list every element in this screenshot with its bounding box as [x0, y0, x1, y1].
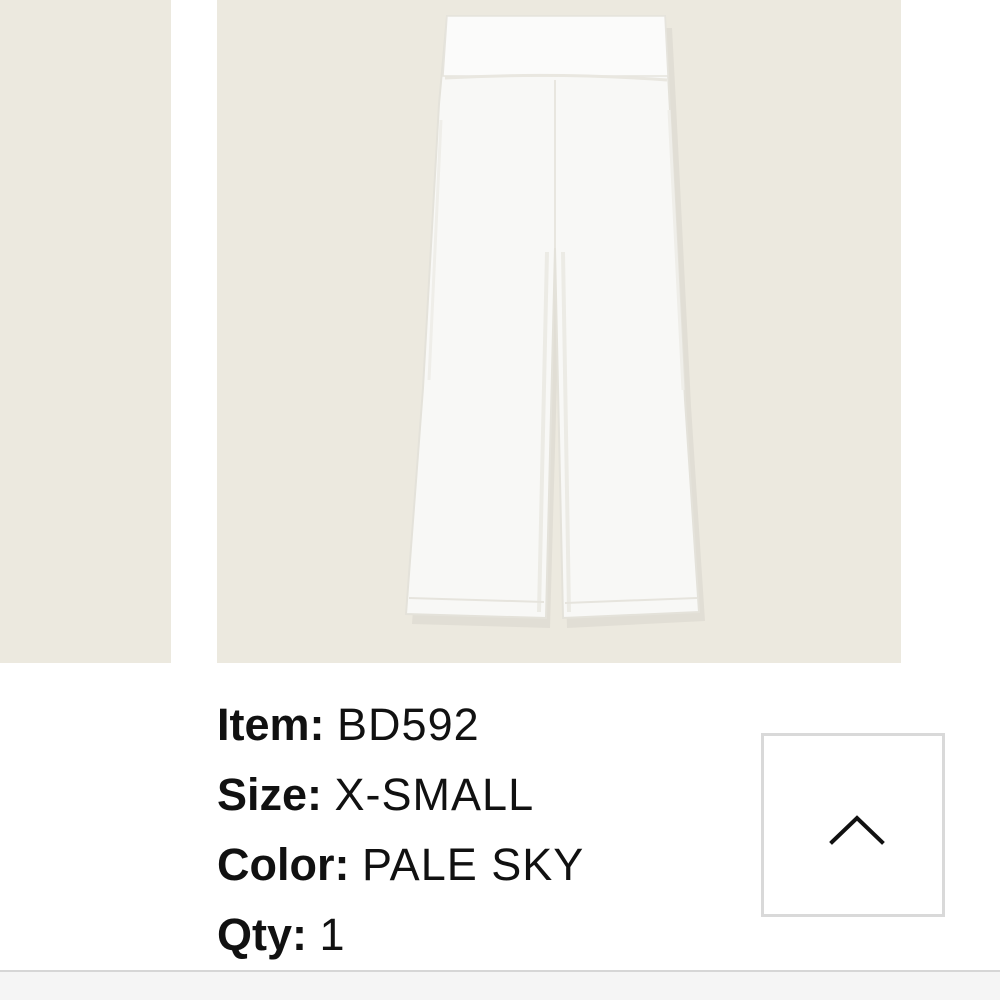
- size-label: Size:: [217, 769, 323, 820]
- size-value: X-SMALL: [334, 769, 535, 820]
- chevron-up-icon: [829, 815, 885, 845]
- scroll-to-top-button[interactable]: [761, 733, 945, 917]
- qty-row: Qty: 1: [217, 904, 737, 974]
- product-detail-page: Item: BD592 Size: X-SMALL Color: PALE SK…: [0, 0, 1000, 1000]
- size-row: Size: X-SMALL: [217, 764, 737, 834]
- color-row: Color: PALE SKY: [217, 834, 737, 904]
- item-label: Item:: [217, 699, 325, 750]
- product-details: Item: BD592 Size: X-SMALL Color: PALE SK…: [217, 694, 737, 974]
- qty-value: 1: [319, 909, 346, 960]
- color-value: PALE SKY: [362, 839, 585, 890]
- footer-strip: [0, 972, 1000, 1000]
- item-value: BD592: [337, 699, 480, 750]
- pants-illustration: [404, 15, 705, 628]
- qty-label: Qty:: [217, 909, 307, 960]
- previous-product-image[interactable]: [0, 0, 171, 663]
- color-label: Color:: [217, 839, 350, 890]
- product-image[interactable]: [217, 0, 901, 663]
- item-row: Item: BD592: [217, 694, 737, 764]
